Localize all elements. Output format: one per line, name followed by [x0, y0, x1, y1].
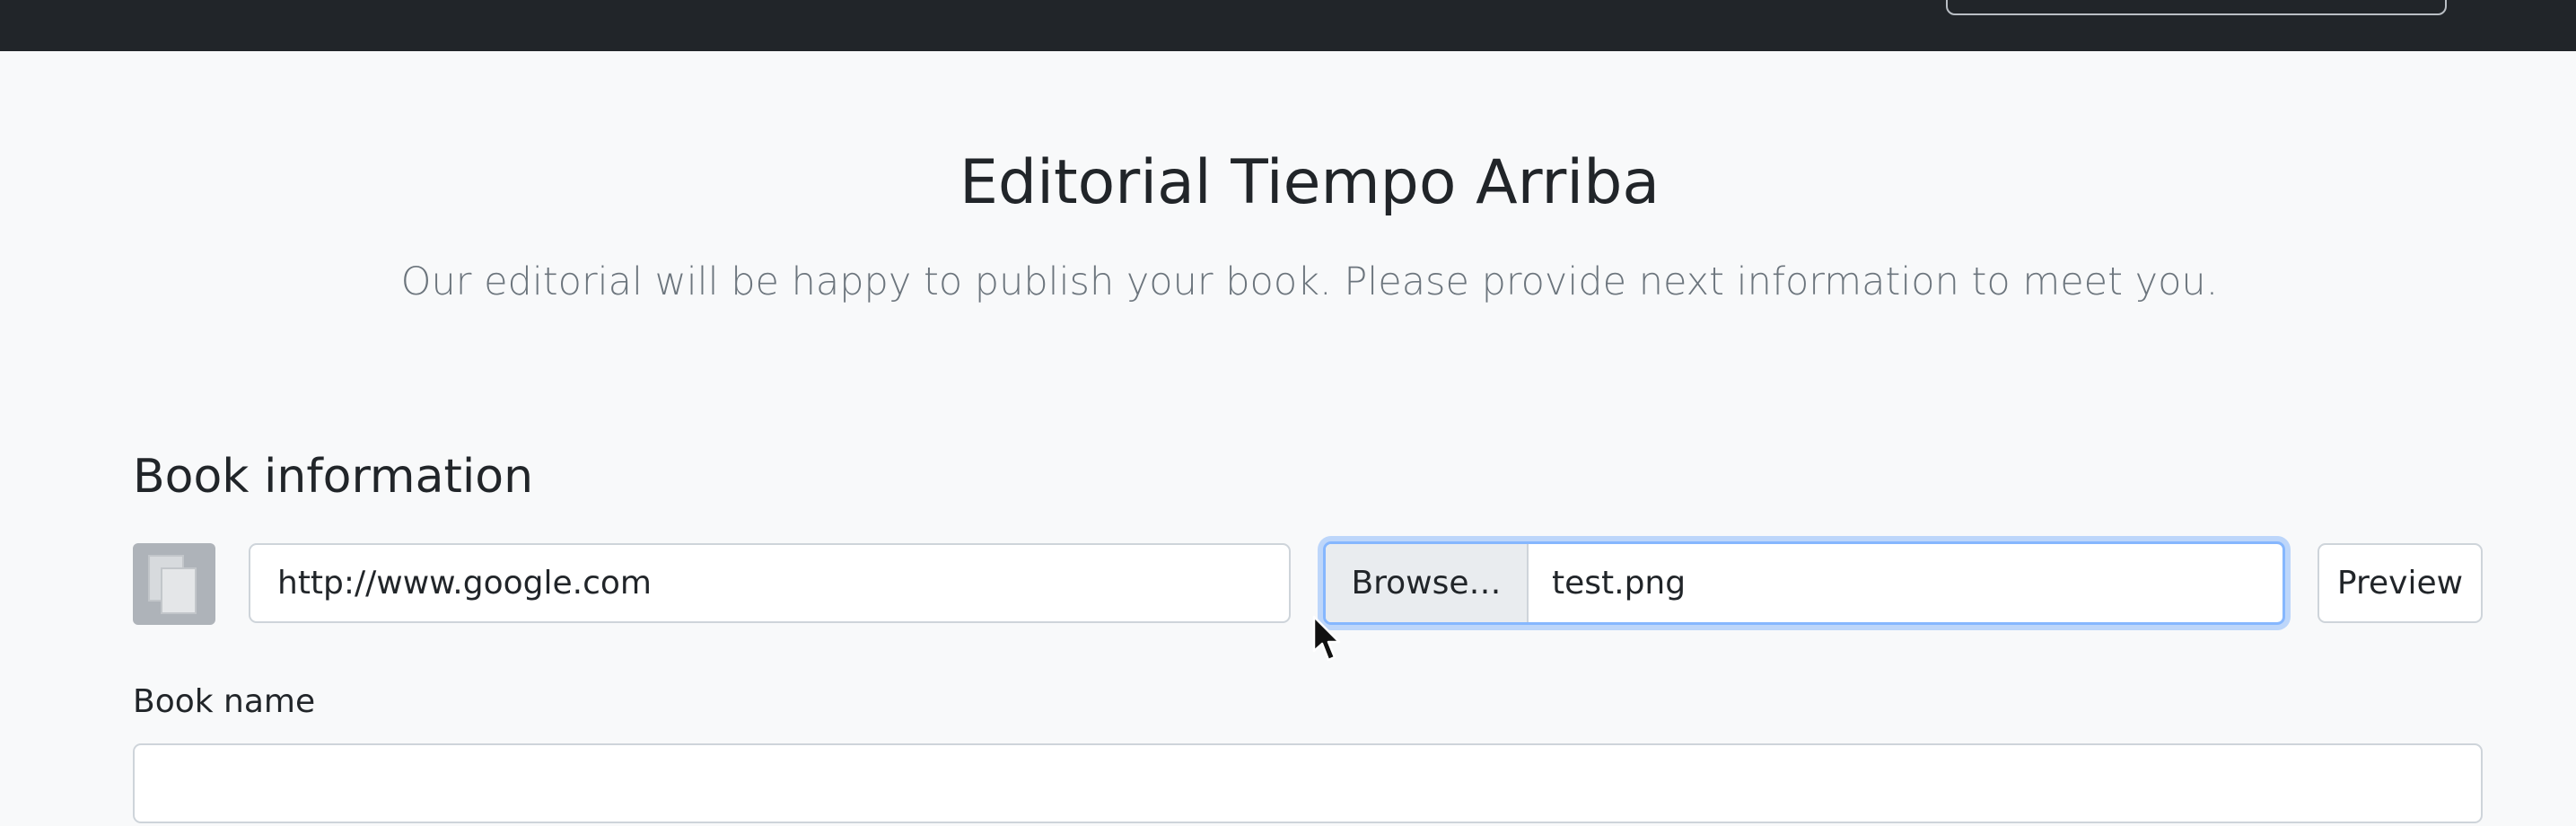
- book-name-label: Book name: [133, 683, 316, 720]
- book-cover-thumbnail: [133, 543, 215, 625]
- cover-url-value: http://www.google.com: [277, 564, 652, 602]
- preview-button[interactable]: Preview: [2318, 543, 2483, 623]
- page-title: Editorial Tiempo Arriba: [959, 147, 1660, 218]
- mouse-cursor-icon: [1312, 615, 1341, 662]
- browse-button[interactable]: Browse…: [1326, 544, 1529, 622]
- image-placeholder-icon: [148, 555, 197, 614]
- top-navbar: [0, 0, 2576, 51]
- cover-url-input[interactable]: http://www.google.com: [249, 543, 1291, 623]
- navbar-search-input[interactable]: [1946, 0, 2447, 15]
- selected-file-name: test.png: [1552, 564, 1687, 602]
- page-subtitle: Our editorial will be happy to publish y…: [400, 259, 2219, 304]
- book-information-heading: Book information: [133, 450, 534, 504]
- cover-file-input[interactable]: Browse… test.png: [1323, 541, 2285, 625]
- book-name-input[interactable]: [133, 743, 2483, 823]
